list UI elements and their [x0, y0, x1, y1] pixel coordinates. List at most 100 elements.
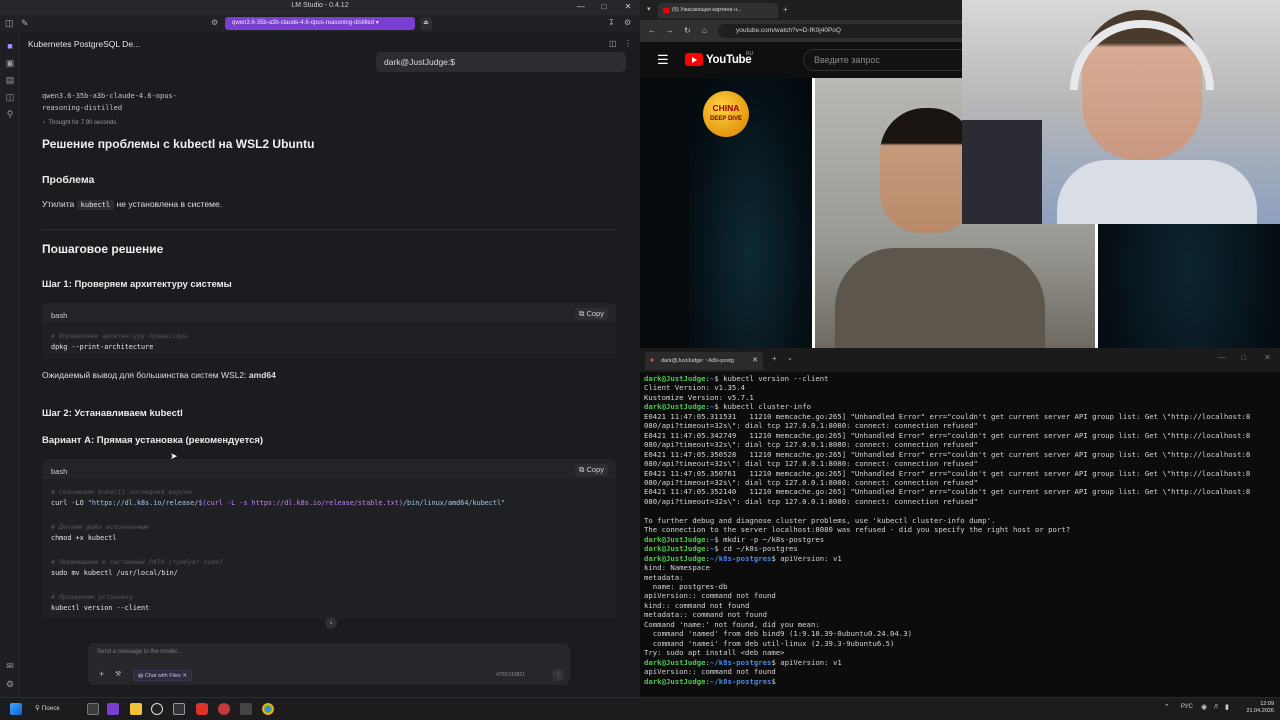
- forward-icon[interactable]: →: [666, 26, 674, 35]
- inline-code: kubectl: [76, 200, 115, 210]
- app-icon[interactable]: [218, 703, 230, 715]
- terminal-taskbar-icon[interactable]: [173, 703, 185, 715]
- code-line: chmod +x kubectl: [51, 534, 117, 542]
- app-icon[interactable]: [240, 703, 252, 715]
- copy-button[interactable]: ⧉ Copy: [575, 464, 608, 476]
- chevron-down-icon[interactable]: ⌄: [787, 354, 793, 362]
- divider: [42, 229, 616, 230]
- volume-icon[interactable]: ♬: [1213, 703, 1220, 710]
- code-token: curl -LO: [51, 499, 88, 507]
- terminal-tabbar: ● dark@JustJudge: ~/k8s-postg ✕ + ⌄ — □ …: [640, 348, 1280, 372]
- minimize-icon[interactable]: —: [574, 1, 588, 13]
- reload-icon[interactable]: ↻: [684, 26, 691, 35]
- code-comment: # Перемещаем в системный PATH (требует s…: [51, 558, 224, 566]
- discover-icon[interactable]: ⚲: [5, 109, 15, 119]
- terminal-line: dark@JustJudge:~$ cd ~/k8s-postgres: [644, 544, 1276, 553]
- close-icon[interactable]: ✕: [621, 1, 635, 13]
- tools-icon[interactable]: ⚒: [115, 670, 121, 678]
- battery-icon[interactable]: ▮: [1225, 703, 1229, 711]
- close-icon[interactable]: ✕: [1264, 353, 1271, 362]
- browser-tab[interactable]: (5) Ужасающая картина н...: [658, 3, 778, 18]
- maximize-icon[interactable]: □: [597, 1, 611, 13]
- terminal-line: Kustomize Version: v5.7.1: [644, 392, 754, 402]
- prompt-command: mkdir -p ~/k8s-postgres: [723, 534, 825, 544]
- home-icon[interactable]: ⌂: [702, 26, 707, 35]
- wifi-icon[interactable]: ◉: [1201, 703, 1207, 711]
- assistant-model-name: qwen3.6-35b-a3b-claude-4.6-opus-reasonin…: [42, 92, 177, 112]
- taskbar-search[interactable]: ⚲ Поиск: [35, 702, 75, 716]
- youtube-logo-icon[interactable]: [685, 53, 703, 66]
- youtube-search-input[interactable]: Введите запрос: [803, 49, 973, 71]
- more-icon[interactable]: ⋮: [624, 39, 632, 48]
- chat-icon[interactable]: ■: [5, 41, 15, 51]
- prompt-symbol: $: [771, 553, 781, 563]
- task-view-icon[interactable]: [87, 703, 99, 715]
- terminal-window: ● dark@JustJudge: ~/k8s-postg ✕ + ⌄ — □ …: [640, 348, 1280, 697]
- chat-with-files-chip[interactable]: ▤ Chat with Files ✕: [133, 670, 192, 681]
- terminal-line: dark@JustJudge:~/k8s-postgres$ apiVersio…: [644, 554, 1276, 563]
- close-icon[interactable]: ✕: [752, 352, 758, 370]
- new-chat-icon[interactable]: ✎: [21, 18, 29, 29]
- terminal-tab[interactable]: ● dark@JustJudge: ~/k8s-postg ✕: [645, 352, 763, 370]
- model-settings-icon[interactable]: ⚙: [211, 18, 218, 27]
- new-tab-icon[interactable]: +: [772, 354, 777, 363]
- model-selector[interactable]: qwen3.6-35b-a3b-claude-4.6-opus-reasonin…: [225, 17, 415, 30]
- scroll-down-button[interactable]: ↓: [325, 617, 337, 629]
- prompt-symbol: $: [771, 676, 781, 686]
- windows-start-icon[interactable]: [10, 703, 22, 715]
- taskbar-clock[interactable]: 12:09 21.04.2026: [1240, 701, 1274, 715]
- minimize-icon[interactable]: —: [1218, 353, 1226, 362]
- download-icon[interactable]: ↧: [608, 18, 615, 27]
- chevron-right-icon: ›: [43, 120, 45, 126]
- terminal-line: To further debug and diagnose cluster pr…: [644, 515, 996, 525]
- developer-icon[interactable]: ▣: [5, 58, 15, 68]
- terminal-line: command 'named' from deb bind9 (1:9.18.3…: [644, 629, 912, 639]
- app-settings-icon[interactable]: ⚙: [5, 679, 15, 689]
- composer-placeholder: Send a message to the model...: [97, 649, 182, 655]
- close-icon[interactable]: ✕: [182, 673, 187, 679]
- split-view-icon[interactable]: ◫: [609, 39, 617, 48]
- new-tab-icon[interactable]: +: [783, 5, 788, 14]
- terminal-line: dark@JustJudge:~$ kubectl version --clie…: [644, 374, 1276, 383]
- media-player-icon[interactable]: [151, 703, 163, 715]
- prompt-user: dark@JustJudge: [644, 374, 706, 383]
- tray-chevron-icon[interactable]: ⌃: [1164, 703, 1170, 711]
- copy-icon: ⧉: [579, 309, 585, 318]
- file-icon: ▤: [138, 673, 144, 679]
- problem-text-pre: Утилита: [42, 199, 75, 209]
- folder-icon[interactable]: ◫: [5, 92, 15, 102]
- prompt-user: dark@JustJudge: [644, 402, 706, 412]
- add-icon[interactable]: +: [99, 669, 104, 679]
- models-icon[interactable]: ▤: [5, 75, 15, 85]
- prompt-command: cd ~/k8s-postgres: [723, 544, 798, 554]
- terminal-line: E0421 11:47:05.350528 11210 memcache.go:…: [644, 449, 1251, 459]
- eject-icon[interactable]: ⏏: [420, 17, 432, 30]
- message-composer[interactable]: Send a message to the model... + ⚒ ▤ Cha…: [88, 643, 570, 685]
- thought-toggle[interactable]: › Thought for 7.90 seconds: [43, 120, 116, 126]
- menu-icon[interactable]: ☰: [657, 52, 669, 68]
- back-icon[interactable]: ←: [648, 26, 656, 35]
- lmstudio-taskbar-icon[interactable]: [107, 703, 119, 715]
- terminal-output[interactable]: dark@JustJudge:~$ kubectl version --clie…: [644, 374, 1276, 686]
- language-indicator[interactable]: РУС: [1181, 704, 1193, 710]
- copy-button[interactable]: ⧉ Copy: [575, 308, 608, 320]
- maximize-icon[interactable]: □: [1241, 353, 1246, 362]
- settings-icon[interactable]: ⚙: [624, 18, 631, 27]
- terminal-line: The connection to the server localhost:8…: [644, 525, 1071, 535]
- toggle-sidebar-icon[interactable]: ◫: [5, 18, 14, 29]
- tab-list-icon[interactable]: ▾: [647, 5, 651, 13]
- feedback-icon[interactable]: ✉: [5, 661, 15, 671]
- vivaldi-icon[interactable]: [196, 703, 208, 715]
- webcam-overlay: [962, 0, 1280, 224]
- chrome-icon[interactable]: [262, 703, 274, 715]
- file-explorer-icon[interactable]: [130, 703, 142, 715]
- terminal-line: Command 'name:' not found, did you mean:: [644, 619, 820, 629]
- lmstudio-titlebar: LM Studio - 0.4.12 — □ ✕: [0, 0, 640, 15]
- copy-icon: ⧉: [579, 465, 585, 474]
- chat-title[interactable]: Kubernetes PostgreSQL De...: [28, 39, 140, 49]
- youtube-wordmark[interactable]: YouTube: [706, 54, 752, 66]
- send-button[interactable]: ↑: [552, 669, 564, 681]
- youtube-favicon-icon: [663, 8, 669, 13]
- prompt-symbol: $: [714, 544, 724, 554]
